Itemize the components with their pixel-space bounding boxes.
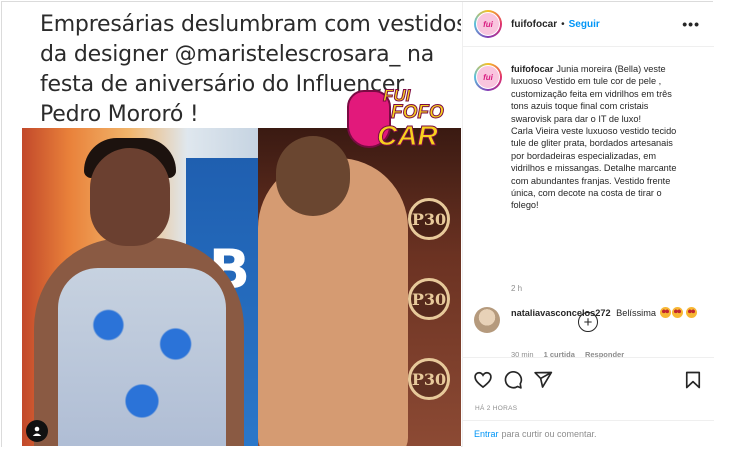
more-horizontal-icon[interactable]: •••: [682, 16, 700, 32]
caption-line-8: por bordadeiras especializadas, em: [511, 150, 657, 161]
heart-icon[interactable]: [473, 370, 493, 390]
caption-line-1: fuifofocar Junia moreira (Bella) veste: [511, 63, 699, 75]
caption-line-11: única, com decote na costa de tirar o: [511, 188, 662, 199]
comment-icon[interactable]: [503, 370, 523, 390]
bookmark-icon[interactable]: [683, 370, 703, 390]
caption-line-9: vidrilhos e missangas. Detalhe marcante: [511, 163, 677, 174]
caption-avatar[interactable]: fui: [474, 63, 502, 91]
header-separator: •: [561, 18, 565, 30]
comment-username[interactable]: nataliavasconcelos272: [511, 308, 611, 318]
login-link[interactable]: Entrar: [474, 429, 499, 439]
login-prompt-text: para curtir ou comentar.: [501, 429, 597, 439]
woman-hair: [276, 136, 350, 216]
instagram-post-embed: Empresárias deslumbram com vestidos da d…: [0, 0, 730, 450]
heart-eyes-emoji-icon: [671, 307, 683, 318]
fuifofocar-sticker-logo: FUI FOFO CAR: [347, 86, 461, 158]
heart-eyes-emoji-icon: [686, 307, 698, 318]
post-header: fui fuifofocar • Seguir •••: [463, 2, 714, 47]
heart-eyes-emoji-icon: [659, 307, 671, 318]
blue-dress: [58, 268, 226, 446]
headline-line-2: da designer @maristelescrosara_ na: [40, 42, 435, 67]
caption-timestamp: 2 h: [511, 284, 523, 293]
caption-avatar-logo: fui: [476, 65, 500, 89]
post-image[interactable]: Empresárias deslumbram com vestidos da d…: [2, 2, 461, 447]
caption-line-12: folego!: [511, 200, 539, 211]
action-bar: [463, 357, 714, 402]
photo-woman-silver-dress: P30 P30 P30: [258, 128, 461, 446]
caption-text: fuifofocar Junia moreira (Bella) veste lu…: [511, 63, 699, 212]
p30-logo-3: P30: [408, 358, 450, 400]
caption-line-7: tule de gliter prata, bordados artesanai…: [511, 138, 673, 149]
caption-line-3: customização feita em vidrilhos em três: [511, 88, 672, 99]
send-icon[interactable]: [533, 370, 553, 390]
commenter-avatar[interactable]: [474, 307, 500, 333]
comment-text: nataliavasconcelos272 Belíssima: [511, 307, 701, 333]
caption-line-4: tons azuis toque final com cristais: [511, 101, 649, 112]
profile-avatar[interactable]: fui: [474, 10, 502, 38]
login-prompt: Entrar para curtir ou comentar.: [463, 420, 714, 447]
caption: fui fuifofocar Junia moreira (Bella) vest…: [474, 63, 709, 212]
avatar-logo: fui: [476, 12, 500, 36]
person-head: [90, 148, 170, 246]
headline-line-1: Empresárias deslumbram com vestidos: [40, 12, 461, 37]
caption-line-5: swarovisk para dar o IT de luxo!: [511, 113, 642, 124]
sticker-word-3: CAR: [377, 120, 439, 152]
post-side-panel: fui fuifofocar • Seguir ••• fui fuifofoc…: [462, 2, 714, 447]
header-username[interactable]: fuifofocar: [511, 19, 557, 30]
photo-woman-blue-dress: B: [22, 128, 258, 446]
caption-first-line-text: Junia moreira (Bella) veste: [556, 64, 666, 74]
post-timestamp: HÁ 2 HORAS: [475, 405, 518, 412]
p30-logo-1: P30: [408, 198, 450, 240]
comment-message: Belíssima: [616, 308, 656, 318]
caption-line-2: luxuoso Vestido em tule cor de pele ,: [511, 76, 662, 87]
caption-username[interactable]: fuifofocar: [511, 64, 553, 74]
caption-line-6: Carla Vieira veste luxuoso vestido tecid…: [511, 126, 677, 137]
follow-button[interactable]: Seguir: [569, 19, 600, 30]
p30-logo-2: P30: [408, 278, 450, 320]
user-tag-icon[interactable]: [26, 420, 48, 442]
caption-line-10: com abundantes franjas. Vestido frente: [511, 175, 671, 186]
comment-item: nataliavasconcelos272 Belíssima: [474, 307, 709, 333]
